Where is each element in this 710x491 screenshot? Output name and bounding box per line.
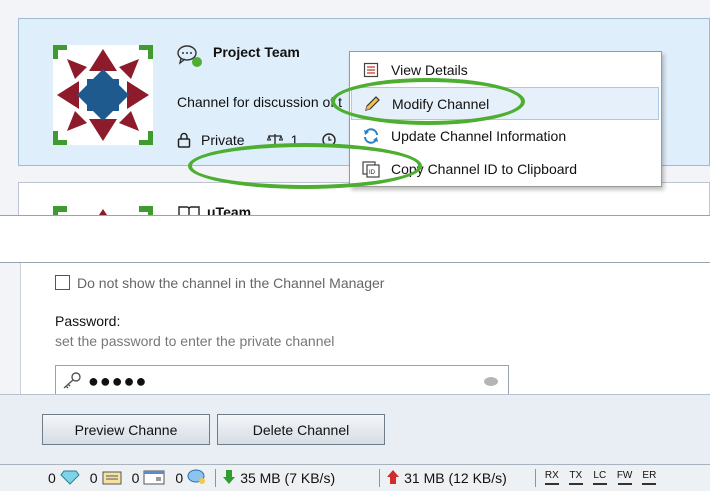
hide-channel-checkbox[interactable] <box>55 275 70 290</box>
upload-arrow-icon <box>386 469 400 488</box>
password-label: Password: <box>55 313 121 329</box>
flag-label: FW <box>616 470 633 481</box>
chat-bubbles-icon <box>177 44 203 71</box>
refresh-icon <box>351 127 391 145</box>
member-count: 1 <box>290 132 299 148</box>
chat-bubble-icon <box>187 469 207 488</box>
clock-icon <box>322 133 337 147</box>
id-card-window-icon <box>143 469 165 488</box>
channel-name: Project Team <box>213 44 300 60</box>
status-bar: 0 0 0 0 35 MB (7 KB/s) 31 MB (12 KB/s) R… <box>0 464 710 491</box>
channel-logo-quilt <box>52 205 154 215</box>
password-value: ●●●●● <box>88 371 148 391</box>
privacy-label: Private <box>201 132 245 148</box>
channel-meta: Private 1 <box>177 132 337 148</box>
sb-upload: 31 MB (12 KB/s) <box>386 469 507 488</box>
password-field[interactable]: ●●●●● <box>55 365 509 396</box>
menu-item-label: Modify Channel <box>392 95 490 112</box>
sb-chat: 0 <box>175 469 207 488</box>
channel-logo-quilt <box>52 44 154 146</box>
svg-text:ID: ID <box>369 170 376 176</box>
flag-label: ER <box>642 470 657 481</box>
details-list-icon <box>351 62 391 78</box>
sb-cards: 0 <box>132 469 166 488</box>
channel-settings-panel: Do not show the channel in the Channel M… <box>0 262 710 491</box>
sb-contacts: 0 <box>90 469 122 488</box>
upload-rate: 31 MB (12 KB/s) <box>404 470 507 486</box>
show-password-icon[interactable] <box>484 377 498 386</box>
flag-er: ER <box>642 470 657 485</box>
settings-area: Do not show the channel in the Channel M… <box>20 263 710 396</box>
sb-download: 35 MB (7 KB/s) <box>222 469 335 488</box>
diamond-count: 0 <box>48 470 56 486</box>
contacts-board-icon <box>102 469 122 488</box>
channel-context-menu: View Details Modify Channel Update Chann… <box>349 51 662 187</box>
flag-lc: LC <box>592 470 607 485</box>
password-hint: set the password to enter the private ch… <box>55 333 335 349</box>
flag-fw: FW <box>616 470 633 485</box>
download-rate: 35 MB (7 KB/s) <box>240 470 336 486</box>
hide-channel-label: Do not show the channel in the Channel M… <box>77 275 385 291</box>
separator <box>379 469 381 487</box>
id-card-icon: ID <box>351 160 391 178</box>
menu-item-label: View Details <box>391 61 468 78</box>
flag-label: LC <box>593 470 607 481</box>
lock-icon <box>177 132 191 148</box>
sb-diamond: 0 <box>48 469 80 488</box>
contacts-count: 0 <box>89 470 98 486</box>
separator <box>534 469 536 487</box>
separator <box>215 469 217 487</box>
delete-channel-button[interactable]: Delete Channel <box>217 414 385 445</box>
cards-count: 0 <box>131 470 140 486</box>
book-icon <box>177 204 201 215</box>
button-bar: Preview Channe Delete Channel <box>0 394 710 465</box>
pencil-icon <box>352 95 392 113</box>
flag-label: RX <box>544 470 559 481</box>
flag-rx: RX <box>544 470 559 485</box>
flag-tx: TX <box>568 470 583 485</box>
preview-channel-button[interactable]: Preview Channe <box>42 414 210 445</box>
channel-description: Channel for discussion of t <box>177 94 342 110</box>
menu-item-label: Copy Channel ID to Clipboard <box>391 160 577 177</box>
channel-card-uteam[interactable]: uTeam <box>18 182 710 216</box>
channel-name: uTeam <box>207 204 252 216</box>
download-arrow-icon <box>222 469 236 488</box>
menu-item-copy-channel-id[interactable]: ID Copy Channel ID to Clipboard <box>351 153 659 184</box>
menu-item-update-channel-info[interactable]: Update Channel Information <box>351 120 659 151</box>
flag-label: TX <box>569 470 583 481</box>
channel-list-panel: Project Team Channel for discussion of t… <box>0 0 710 216</box>
menu-item-modify-channel[interactable]: Modify Channel <box>351 87 659 120</box>
chat-count: 0 <box>175 470 184 486</box>
menu-item-label: Update Channel Information <box>391 127 567 144</box>
scale-icon <box>266 133 283 147</box>
key-icon <box>62 372 82 393</box>
screenshot-gap <box>0 216 710 262</box>
diamond-icon <box>60 469 80 488</box>
menu-item-view-details[interactable]: View Details <box>351 54 659 85</box>
